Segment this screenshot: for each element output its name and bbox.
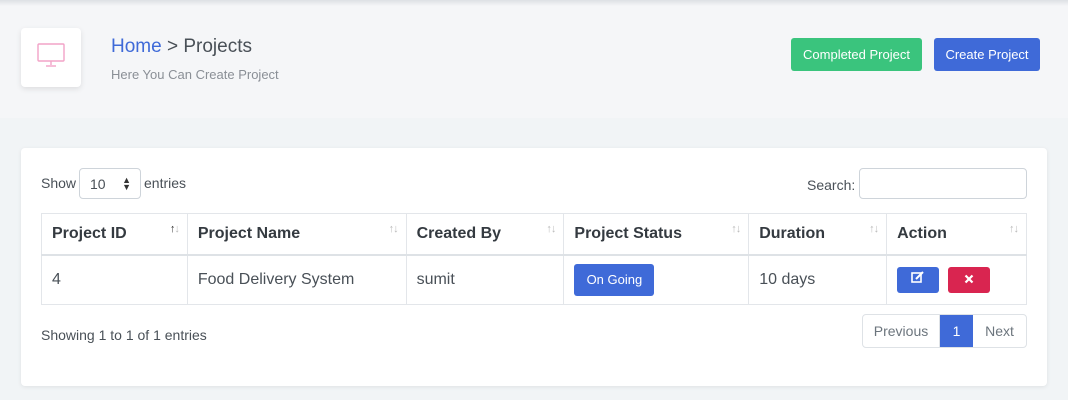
column-header-project-name[interactable]: Project Name ↑↓: [186, 213, 407, 256]
entries-value: 10: [90, 175, 106, 192]
column-label: Project ID: [52, 224, 127, 242]
column-header-project-status[interactable]: Project Status ↑↓: [563, 213, 750, 256]
column-header-project-id[interactable]: Project ID ↑↓: [41, 213, 188, 256]
table-info: Showing 1 to 1 of 1 entries: [41, 327, 207, 343]
column-label: Action: [897, 224, 947, 242]
cell-project-id: 4: [41, 254, 188, 305]
breadcrumb-current: Projects: [183, 36, 252, 57]
cell-created-by: sumit: [405, 254, 565, 305]
cell-project-status: On Going: [563, 254, 750, 305]
monitor-icon: [36, 42, 66, 73]
edit-icon: [911, 271, 925, 289]
table-row: 4 Food Delivery System sumit On Going 10…: [41, 254, 1027, 305]
search-input[interactable]: [859, 168, 1027, 199]
sort-icon: ↑↓: [869, 223, 879, 235]
sort-icon: ↑↓: [546, 223, 556, 235]
breadcrumb: Home > Projects: [111, 36, 252, 58]
previous-page-button[interactable]: Previous: [863, 315, 940, 347]
entries-select[interactable]: 10 ▲ ▼: [79, 168, 141, 199]
entries-label: entries: [144, 175, 187, 191]
cell-duration: 10 days: [748, 254, 888, 305]
column-label: Duration: [759, 224, 825, 242]
cell-action: [886, 254, 1027, 305]
pagination: Previous 1 Next: [862, 314, 1027, 348]
cell-project-name: Food Delivery System: [186, 254, 407, 305]
column-header-action[interactable]: Action ↑↓: [886, 213, 1027, 256]
column-header-duration[interactable]: Duration ↑↓: [748, 213, 888, 256]
page-icon-box: [21, 28, 81, 87]
completed-project-button[interactable]: Completed Project: [791, 38, 922, 71]
breadcrumb-home-link[interactable]: Home: [111, 36, 162, 57]
column-header-created-by[interactable]: Created By ↑↓: [405, 213, 565, 256]
breadcrumb-separator: >: [166, 36, 179, 57]
search-label: Search:: [807, 177, 856, 193]
sort-icon: ↑↓: [731, 223, 741, 235]
next-page-button[interactable]: Next: [973, 315, 1026, 347]
projects-table: Project ID ↑↓ Project Name ↑↓ Created By…: [41, 213, 1027, 305]
column-label: Project Status: [574, 224, 682, 242]
topbar-shadow: [0, 0, 1068, 6]
edit-button[interactable]: [897, 266, 940, 293]
select-caret-icon: ▲ ▼: [122, 175, 131, 192]
projects-card: Show 10 ▲ ▼ entries Search: Project ID ↑↓…: [21, 148, 1047, 386]
sort-icon: ↑↓: [388, 223, 399, 235]
sort-icon: ↑↓: [1009, 223, 1019, 235]
column-label: Created By: [416, 224, 502, 242]
sort-icon: ↑↓: [169, 223, 180, 235]
page-1-button[interactable]: 1: [940, 315, 973, 347]
status-button[interactable]: On Going: [574, 263, 655, 296]
create-project-button[interactable]: Create Project: [934, 38, 1040, 71]
column-label: Project Name: [197, 224, 301, 242]
show-label: Show: [41, 175, 77, 191]
close-icon: [964, 271, 974, 289]
page-subtitle: Here You Can Create Project: [111, 67, 279, 82]
table-header-row: Project ID ↑↓ Project Name ↑↓ Created By…: [41, 213, 1027, 256]
delete-button[interactable]: [947, 266, 990, 293]
